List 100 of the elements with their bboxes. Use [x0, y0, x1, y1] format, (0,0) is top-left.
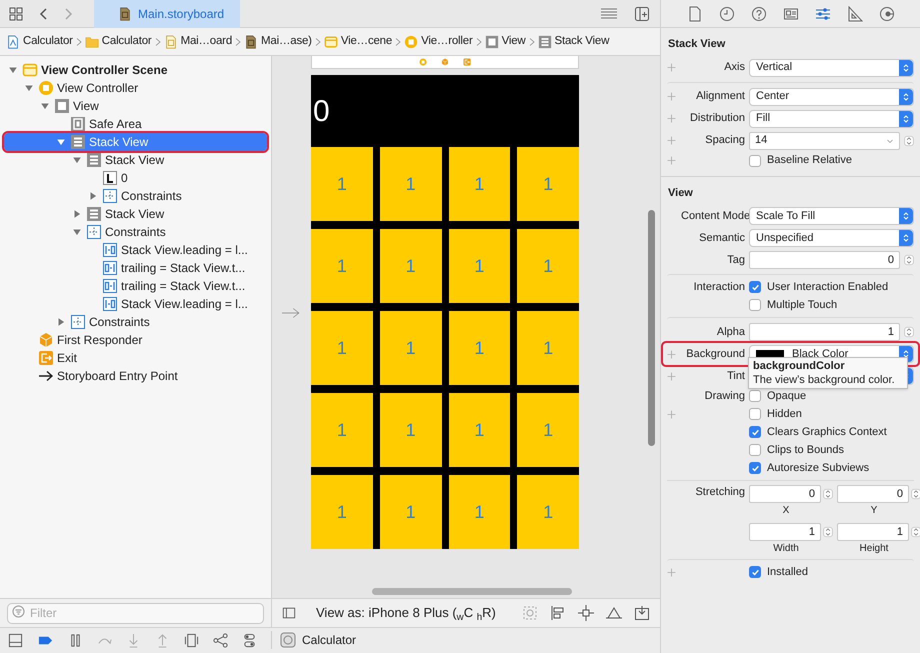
- expanded-triangle-icon[interactable]: [72, 227, 82, 237]
- number-field[interactable]: 0: [749, 485, 821, 503]
- section-title: Stack View: [667, 37, 726, 52]
- cube-icon: [38, 332, 54, 348]
- checkbox[interactable]: [749, 426, 761, 438]
- outline-row[interactable]: 0: [4, 169, 267, 187]
- checkbox-label: Installed: [767, 564, 808, 580]
- help-icon[interactable]: [750, 6, 766, 22]
- graph-icon[interactable]: [213, 632, 228, 648]
- checkbox-label: Opaque: [767, 388, 806, 404]
- field-label: Drawing: [704, 388, 745, 404]
- filter-field[interactable]: Filter: [7, 602, 264, 624]
- field-label: Alpha: [716, 324, 745, 340]
- folder-icon: [84, 34, 99, 48]
- pin-icon[interactable]: [578, 605, 594, 621]
- popup-button[interactable]: Center: [749, 88, 914, 106]
- constraint-icon: [102, 260, 118, 276]
- outline-row[interactable]: Stack View.leading = l...: [4, 295, 267, 313]
- toggles-icon[interactable]: [242, 632, 257, 648]
- field-label: Axis: [723, 60, 745, 76]
- card-icon[interactable]: [782, 6, 798, 22]
- checkmark-icon: [750, 282, 760, 292]
- outline-row[interactable]: View Controller Scene: [4, 61, 267, 79]
- clock-icon[interactable]: [718, 6, 734, 22]
- ruler-icon[interactable]: [846, 6, 862, 22]
- outline-row[interactable]: Storyboard Entry Point: [4, 367, 267, 385]
- breadcrumb-item[interactable]: Stack View: [538, 32, 610, 50]
- checkbox[interactable]: [749, 566, 761, 578]
- field-label: Background: [685, 346, 745, 362]
- breadcrumb-item[interactable]: Vie…roller: [404, 32, 473, 50]
- grid-icon[interactable]: [8, 6, 24, 22]
- outline-row[interactable]: Safe Area: [4, 115, 267, 133]
- sidebar-icon[interactable]: [282, 606, 296, 620]
- number-field[interactable]: 1: [749, 323, 900, 341]
- document-icon: [6, 34, 20, 48]
- checkbox[interactable]: [749, 299, 761, 311]
- field-label: Semantic: [698, 230, 745, 246]
- outline-row[interactable]: View Controller: [4, 79, 267, 97]
- outline-row[interactable]: Stack View.leading = l...: [4, 241, 267, 259]
- breadcrumb-item[interactable]: Calculator: [6, 32, 73, 50]
- connections-icon[interactable]: [878, 6, 894, 22]
- outline-row[interactable]: Stack View: [4, 151, 267, 169]
- lines-icon[interactable]: [600, 6, 618, 22]
- checkbox[interactable]: [749, 444, 761, 456]
- checkbox[interactable]: [749, 154, 761, 166]
- document-icon: [164, 34, 178, 48]
- sliders-icon[interactable]: [814, 6, 830, 22]
- field-label: Tag: [726, 252, 745, 268]
- checkbox[interactable]: [749, 408, 761, 420]
- breadcrumb-item[interactable]: Mai…ase): [244, 32, 312, 50]
- outline-row[interactable]: trailing = Stack View.t...: [4, 277, 267, 295]
- checkmark-icon: [750, 428, 760, 436]
- popup-button[interactable]: Unspecified: [749, 229, 914, 247]
- field-caption: Y: [870, 504, 878, 518]
- number-field[interactable]: 0: [749, 251, 900, 269]
- outline-row[interactable]: Constraints: [4, 223, 267, 241]
- breadcrumb-item[interactable]: View: [484, 32, 526, 50]
- outline-row[interactable]: Constraints: [4, 187, 267, 205]
- label-icon: [102, 170, 118, 186]
- constraint-icon: [102, 296, 118, 312]
- square-icon: [54, 98, 70, 114]
- device-label[interactable]: View as: iPhone 8 Plus ($_{w}$C $_{h}$R): [316, 603, 496, 623]
- horizontal-scrollbar[interactable]: [372, 588, 572, 595]
- file-icon[interactable]: [686, 6, 702, 22]
- field-label: Stretching: [694, 485, 745, 500]
- checkbox[interactable]: [749, 281, 761, 293]
- checkbox[interactable]: [749, 462, 761, 474]
- outline-row[interactable]: trailing = Stack View.t...: [4, 259, 267, 277]
- vertical-scrollbar[interactable]: [648, 210, 655, 446]
- outline-row[interactable]: Constraints: [4, 313, 267, 331]
- number-field[interactable]: 1: [837, 523, 909, 541]
- outline-row[interactable]: Stack View: [4, 205, 267, 223]
- outline-row[interactable]: View: [4, 97, 267, 115]
- breadcrumb-item[interactable]: Mai…oard: [164, 32, 232, 50]
- breadcrumb-item[interactable]: Vie…cene: [324, 32, 392, 50]
- field-label: Tint: [726, 368, 745, 384]
- breadcrumb-item[interactable]: Calculator: [84, 32, 152, 50]
- field-caption: Height: [860, 542, 890, 556]
- popup-arrows-icon: [902, 62, 910, 74]
- outline-row[interactable]: Exit: [4, 349, 267, 367]
- console-icon[interactable]: [8, 632, 23, 648]
- popup-arrows-icon: [902, 90, 910, 102]
- number-field[interactable]: 14: [749, 132, 900, 150]
- collapsed-triangle-icon[interactable]: [56, 317, 66, 327]
- popup-button[interactable]: Fill: [749, 110, 914, 128]
- popup-button[interactable]: Scale To Fill: [749, 207, 914, 225]
- checkmark-icon: [750, 568, 760, 576]
- embed-icon[interactable]: [634, 605, 650, 621]
- popup-button[interactable]: Vertical: [749, 58, 914, 76]
- add-editor-icon[interactable]: [634, 6, 650, 22]
- number-field[interactable]: 0: [837, 485, 909, 503]
- checkbox-label: Clears Graphics Context: [767, 424, 887, 440]
- checkbox[interactable]: [749, 390, 761, 402]
- align-icon[interactable]: [550, 605, 566, 621]
- outline-row[interactable]: Stack View: [4, 133, 267, 151]
- scheme-target[interactable]: Calculator: [271, 631, 356, 649]
- checkbox-label: Multiple Touch: [767, 298, 838, 313]
- constraints-icon: [70, 314, 86, 330]
- outline-row[interactable]: First Responder: [4, 331, 267, 349]
- number-field[interactable]: 1: [749, 523, 821, 541]
